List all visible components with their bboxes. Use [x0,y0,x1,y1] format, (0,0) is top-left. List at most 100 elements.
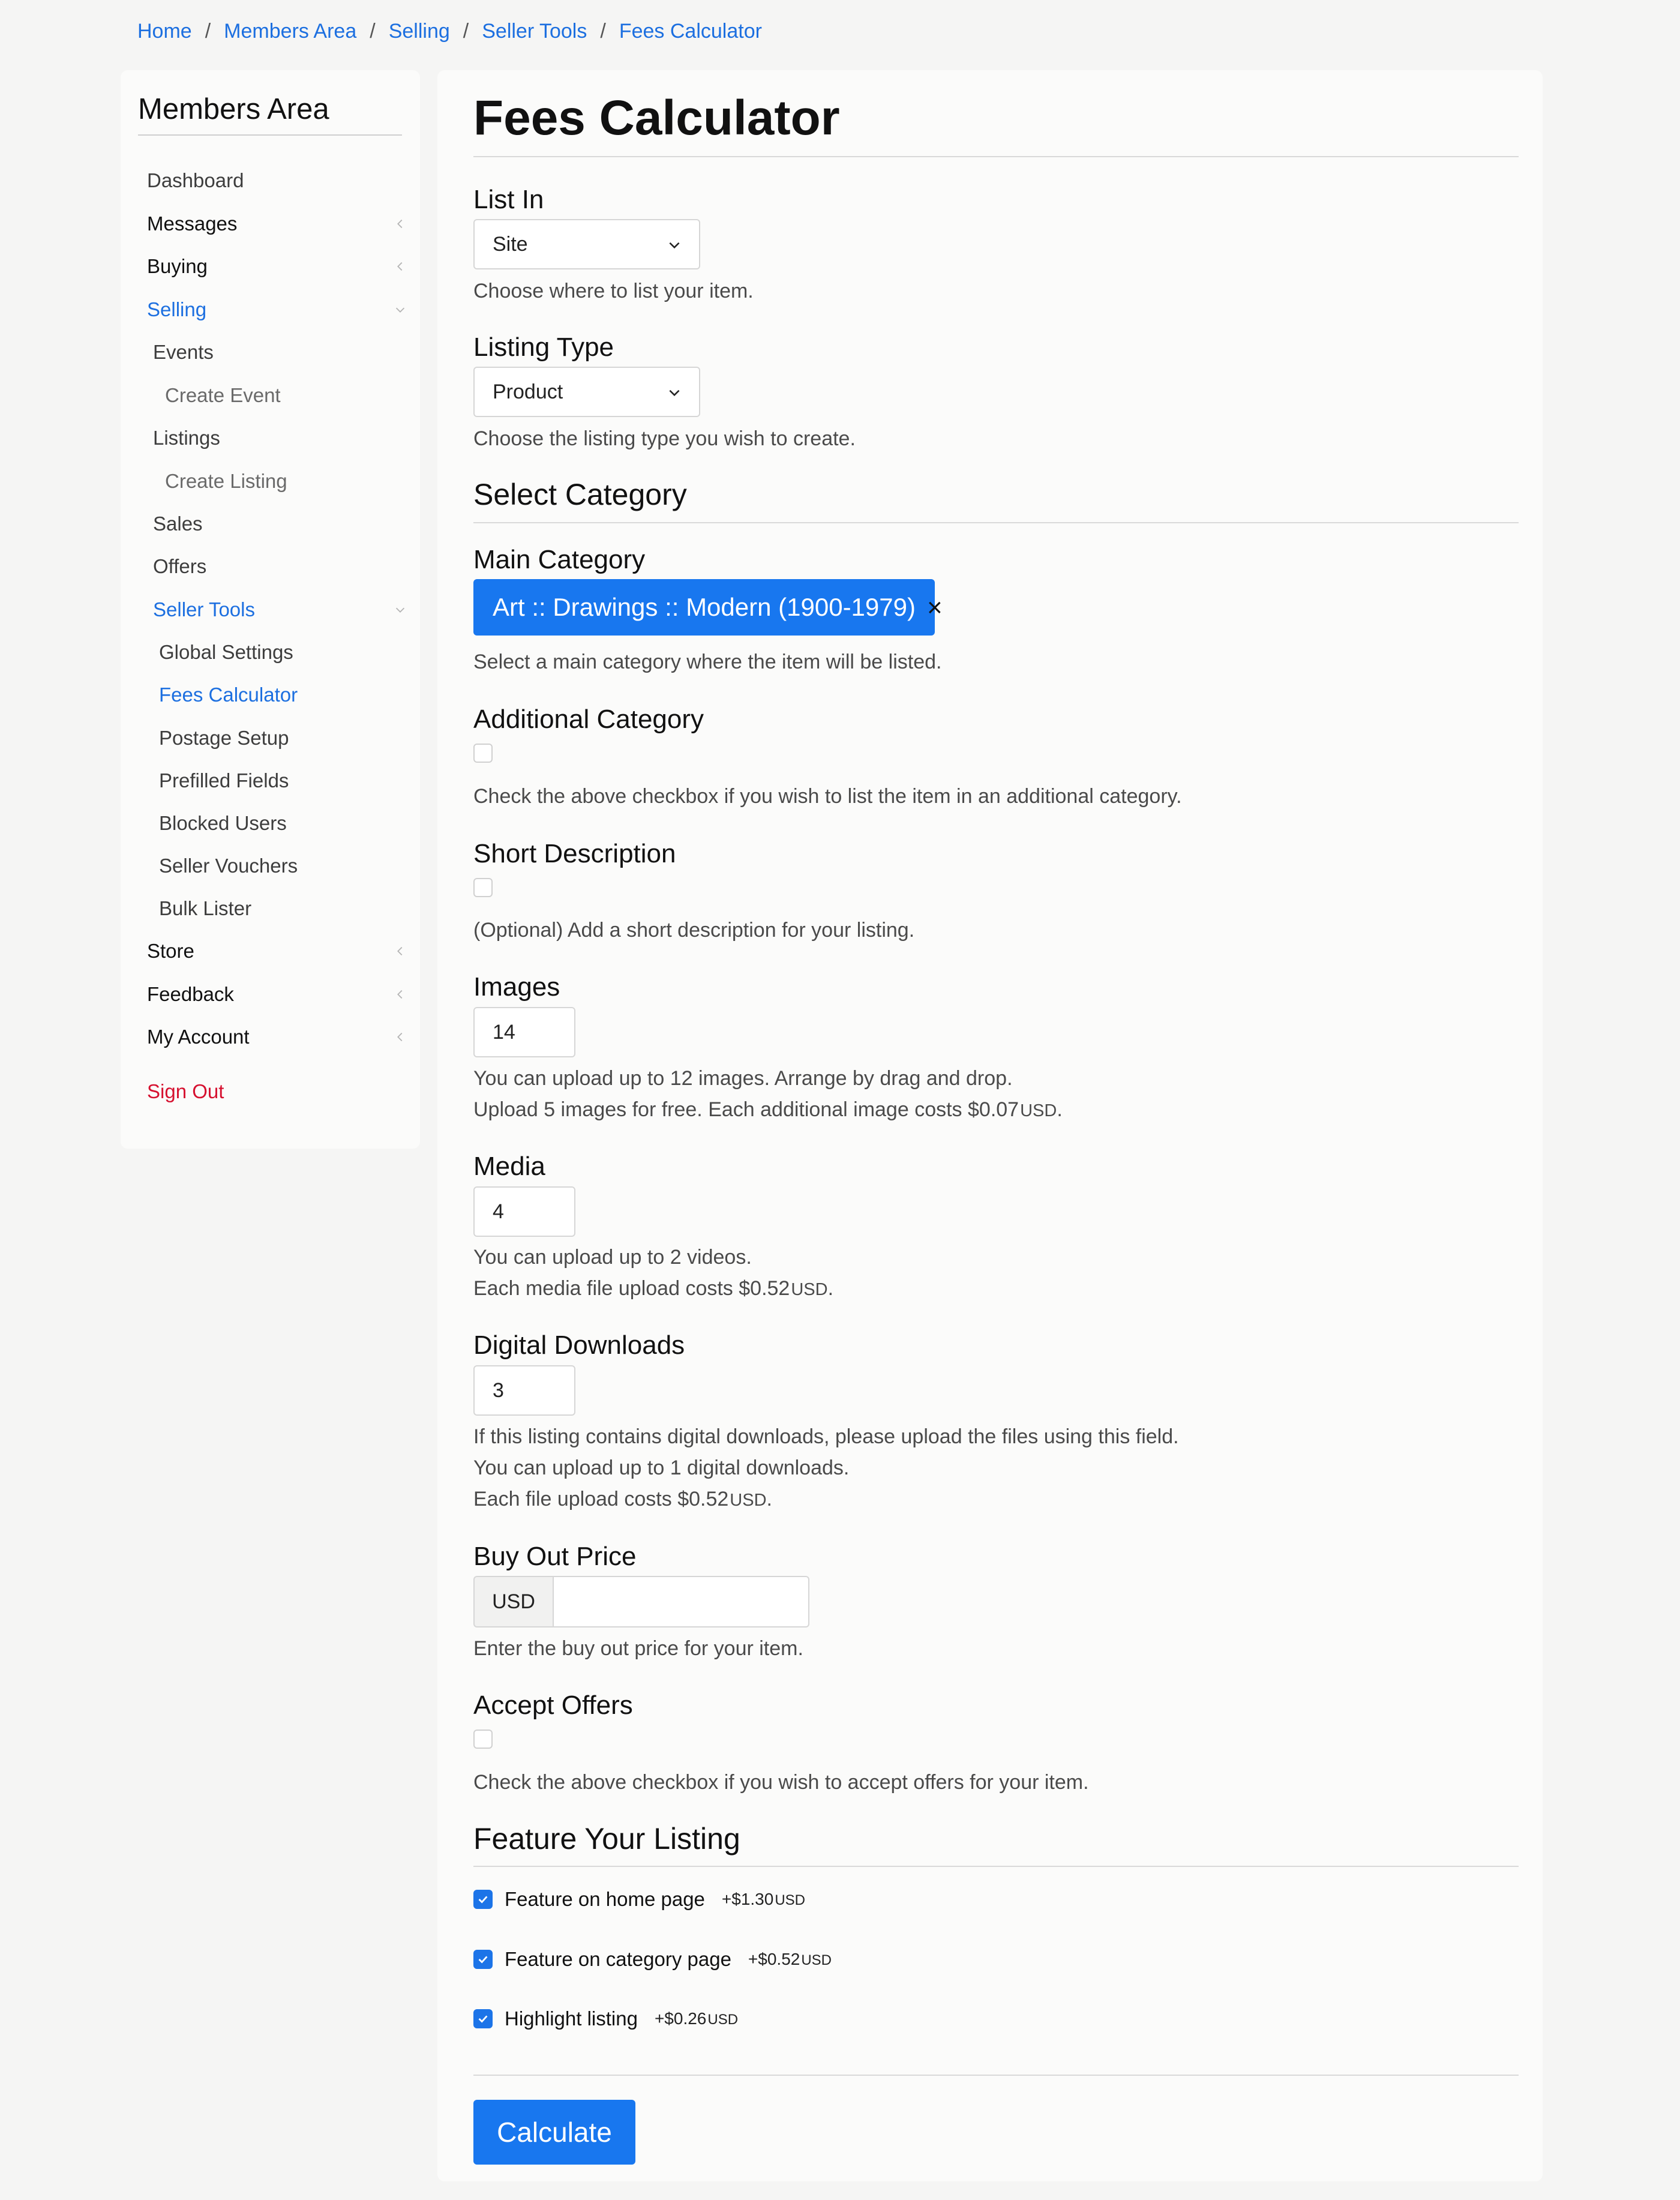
breadcrumb-selling[interactable]: Selling [389,17,450,46]
breadcrumb-separator: / [370,20,376,43]
chevron-down-icon [669,242,680,249]
sidebar-item-bulk-lister[interactable]: Bulk Lister [159,891,251,927]
page-title: Fees Calculator [473,91,840,145]
sidebar-item-label: Store [147,940,194,962]
list-in-select[interactable]: Site [473,219,700,269]
currency-code: USD [791,1280,828,1299]
feature-option-category-page: Feature on category page +$0.52USD [473,1948,832,1971]
feature-price: +$0.52USD [748,1950,832,1968]
main-category-label: Main Category [473,545,646,574]
chevron-left-icon [393,217,407,231]
accept-offers-help: Check the above checkbox if you wish to … [473,1771,1089,1794]
sidebar-item-store[interactable]: Store [147,933,411,969]
sidebar-item-label: Selling [147,298,207,320]
digital-downloads-input[interactable]: 3 [473,1365,575,1416]
section-title-feature-listing: Feature Your Listing [473,1822,740,1856]
sidebar-item-create-event[interactable]: Create Event [165,377,281,413]
title-divider [473,156,1519,157]
sidebar-item-label: Feedback [147,983,234,1005]
sidebar-divider [138,134,402,136]
form-footer-divider [473,2075,1519,2076]
chevron-left-icon [393,944,407,958]
chevron-left-icon [393,987,407,1002]
sidebar-item-label: Bulk Lister [159,897,252,919]
sidebar-item-my-account[interactable]: My Account [147,1019,411,1055]
sidebar-item-label: Listings [153,427,220,449]
sidebar-item-sign-out[interactable]: Sign Out [147,1074,224,1110]
checkmark-icon [478,1956,488,1964]
images-help-2: Upload 5 images for free. Each additiona… [473,1098,1063,1121]
breadcrumb-fees-calculator[interactable]: Fees Calculator [619,17,762,46]
listing-type-help: Choose the listing type you wish to crea… [473,427,856,450]
sidebar-item-messages[interactable]: Messages [147,206,411,242]
sidebar-item-listings[interactable]: Listings [153,420,220,456]
digital-downloads-help-3: Each file upload costs $0.52USD. [473,1488,772,1510]
sidebar-item-events[interactable]: Events [153,334,214,370]
sidebar-item-blocked-users[interactable]: Blocked Users [159,805,287,841]
sidebar-item-label: Prefilled Fields [159,769,289,792]
feature-price: +$0.26USD [654,2009,739,2028]
feature-category-page-checkbox[interactable] [473,1950,493,1969]
breadcrumb-members-area[interactable]: Members Area [224,17,356,46]
feature-home-page-checkbox[interactable] [473,1890,493,1909]
main-category-chip[interactable]: Art :: Drawings :: Modern (1900-1979) [473,579,935,636]
list-in-help: Choose where to list your item. [473,280,754,302]
sidebar-item-label: My Account [147,1026,250,1048]
sidebar-item-label: Postage Setup [159,727,289,749]
additional-category-checkbox[interactable] [473,744,493,763]
sidebar-item-seller-vouchers[interactable]: Seller Vouchers [159,848,298,884]
images-input[interactable]: 14 [473,1007,575,1057]
feature-label: Highlight listing [505,2007,638,2030]
sidebar-item-label: Create Listing [165,470,287,492]
sidebar-item-global-settings[interactable]: Global Settings [159,634,293,670]
accept-offers-checkbox[interactable] [473,1730,493,1749]
breadcrumb-seller-tools[interactable]: Seller Tools [482,17,587,46]
chevron-down-icon [393,603,407,617]
sidebar-item-label: Sign Out [147,1080,224,1102]
breadcrumb-separator: / [463,20,469,43]
currency-code: USD [1020,1101,1057,1120]
sidebar-item-buying[interactable]: Buying [147,248,411,284]
sidebar-item-selling[interactable]: Selling [147,292,411,328]
sidebar-item-label: Global Settings [159,641,293,663]
breadcrumb-separator: / [205,20,211,43]
chevron-down-icon [669,389,680,397]
listing-type-value: Product [493,380,563,403]
section-divider [473,1866,1519,1867]
sidebar: Members Area Dashboard Messages Buying S… [121,70,420,1149]
calculate-button[interactable]: Calculate [473,2100,635,2165]
accept-offers-label: Accept Offers [473,1691,633,1720]
breadcrumb-home[interactable]: Home [137,17,192,46]
chevron-left-icon [393,1030,407,1044]
remove-category-close-icon[interactable]: × [927,595,943,621]
sidebar-item-create-listing[interactable]: Create Listing [165,463,287,499]
sidebar-item-label: Events [153,341,214,363]
section-divider [473,522,1519,523]
sidebar-item-offers[interactable]: Offers [153,548,206,585]
buy-out-price-label: Buy Out Price [473,1542,637,1571]
buy-out-price-input[interactable] [553,1576,809,1627]
sidebar-item-dashboard[interactable]: Dashboard [147,163,244,199]
listing-type-select[interactable]: Product [473,367,700,417]
feature-price: +$1.30USD [721,1890,805,1908]
media-input[interactable]: 4 [473,1186,575,1237]
sidebar-item-prefilled-fields[interactable]: Prefilled Fields [159,763,289,799]
feature-highlight-checkbox[interactable] [473,2009,493,2028]
sidebar-item-postage-setup[interactable]: Postage Setup [159,720,289,756]
images-label: Images [473,972,560,1002]
short-description-checkbox[interactable] [473,878,493,897]
sidebar-item-sales[interactable]: Sales [153,506,203,542]
sidebar-item-feedback[interactable]: Feedback [147,976,411,1012]
sidebar-item-fees-calculator[interactable]: Fees Calculator [159,677,298,713]
feature-label: Feature on home page [505,1888,705,1910]
sidebar-item-label: Blocked Users [159,812,287,834]
sidebar-item-label: Fees Calculator [159,684,298,706]
additional-category-help: Check the above checkbox if you wish to … [473,785,1182,808]
digital-downloads-help-2: You can upload up to 1 digital downloads… [473,1456,850,1479]
additional-category-label: Additional Category [473,705,704,734]
sidebar-item-label: Offers [153,555,207,577]
media-help-2: Each media file upload costs $0.52USD. [473,1277,834,1300]
currency-code: USD [775,1892,805,1908]
sidebar-item-seller-tools[interactable]: Seller Tools [153,592,411,628]
buy-out-price-group: USD [473,1576,809,1627]
